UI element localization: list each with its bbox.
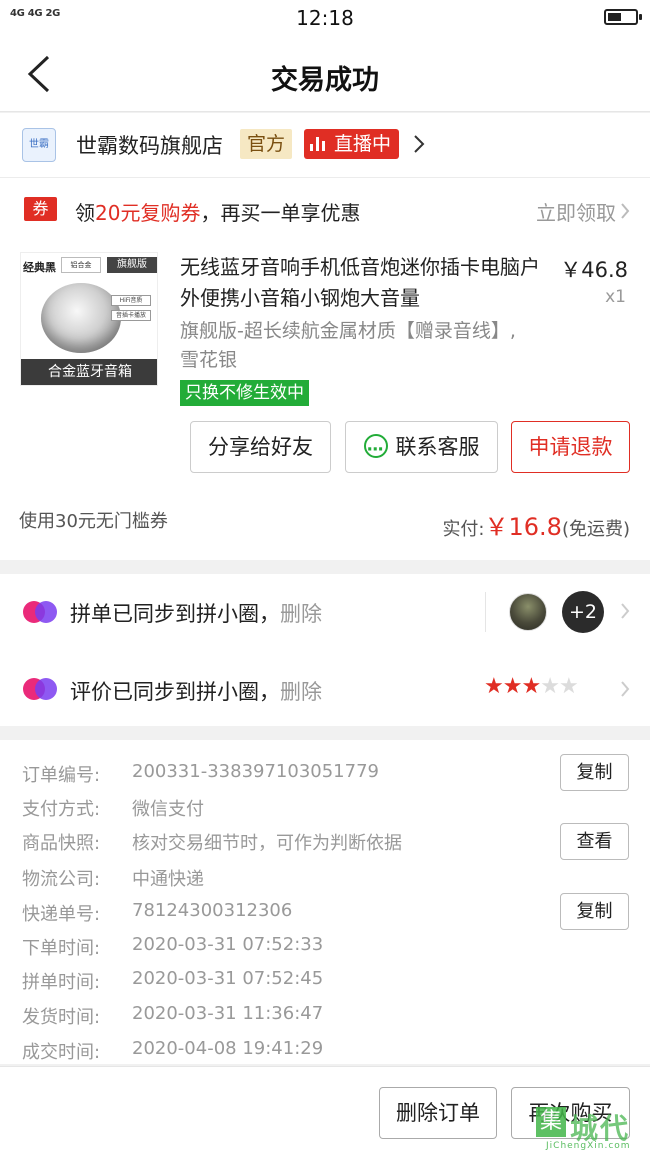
circle-sync-card: 拼单已同步到拼小圈，删除 +2 评价已同步到拼小圈，删除 ★★★★★ — [0, 574, 650, 726]
divider — [485, 592, 486, 632]
delete-link[interactable]: 删除 — [280, 602, 322, 626]
sync-row-review[interactable]: 评价已同步到拼小圈，删除 — [70, 676, 322, 706]
star-filled-icon: ★ — [521, 674, 541, 699]
battery-icon — [604, 9, 642, 25]
avatar[interactable] — [509, 593, 547, 631]
paid-amount: 实付:￥16.8(免运费) — [442, 507, 630, 542]
divider — [0, 177, 650, 178]
sync-review-text: 评价已同步到拼小圈， — [70, 680, 280, 704]
delete-order-button[interactable]: 删除订单 — [379, 1087, 497, 1139]
product-quantity: x1 — [605, 287, 626, 307]
order-details: 订单编号: 200331-338397103051779 复制 支付方式: 微信支付… — [0, 740, 650, 1064]
refund-button[interactable]: 申请退款 — [511, 421, 630, 473]
detail-ship-time: 发货时间: 2020-03-31 11:36:47 — [22, 1003, 323, 1029]
watermark-logo: 集 城代码 JiChengXin.com — [536, 1107, 646, 1155]
official-badge: 官方 — [240, 129, 293, 159]
order-card: 世霸 世霸数码旗舰店 官方 直播中 券 领20元复购券，再买一单享优惠 立即领取… — [0, 113, 650, 560]
view-snapshot-button[interactable]: 查看 — [560, 823, 629, 860]
paid-value: ￥16.8 — [484, 513, 562, 541]
page-title: 交易成功 — [271, 65, 379, 96]
chevron-right-icon[interactable] — [620, 680, 630, 698]
product-image[interactable]: 经典黑 铝合金 旗舰版 HiFi音质 音插卡播放 合金蓝牙音箱 — [20, 252, 158, 386]
detail-value: 微信支付 — [132, 799, 204, 820]
chevron-right-icon[interactable] — [413, 134, 425, 154]
product-image-footer: 合金蓝牙音箱 — [21, 359, 157, 385]
detail-value: 中通快递 — [132, 869, 204, 890]
guarantee-badge: 只换不修生效中 — [180, 380, 309, 406]
sync-row-group[interactable]: 拼单已同步到拼小圈，删除 — [70, 598, 322, 628]
product-image-feature: 音插卡播放 — [111, 310, 151, 321]
detail-payment-method: 支付方式: 微信支付 — [22, 795, 204, 821]
delete-link[interactable]: 删除 — [280, 680, 322, 704]
contact-service-label: 联系客服 — [395, 435, 480, 459]
product-image-edition: 旗舰版 — [107, 257, 157, 273]
status-time: 12:18 — [296, 6, 354, 30]
detail-label: 成交时间: — [22, 1042, 101, 1063]
detail-label: 支付方式: — [22, 799, 101, 820]
detail-value: 78124300312306 — [132, 900, 293, 921]
copy-order-number-button[interactable]: 复制 — [560, 754, 629, 791]
detail-group-time: 拼单时间: 2020-03-31 07:52:45 — [22, 968, 323, 994]
copy-tracking-number-button[interactable]: 复制 — [560, 893, 629, 930]
star-filled-icon: ★ — [484, 674, 504, 699]
product-image-feature: HiFi音质 — [111, 295, 151, 306]
detail-snapshot: 商品快照: 核对交易细节时，可作为判断依据 — [22, 829, 402, 855]
shipping-note: (免运费) — [561, 519, 630, 540]
sync-group-text: 拼单已同步到拼小圈， — [70, 602, 280, 626]
detail-label: 订单编号: — [22, 765, 101, 786]
chevron-right-icon[interactable] — [620, 602, 630, 620]
detail-logistics-company: 物流公司: 中通快递 — [22, 865, 204, 891]
avatar-more-count[interactable]: +2 — [562, 591, 604, 633]
live-badge-label: 直播中 — [334, 133, 392, 155]
watermark-url: JiChengXin.com — [546, 1141, 631, 1151]
coupon-used-text: 使用30元无门槛券 — [19, 511, 168, 532]
coupon-prefix: 领 — [75, 201, 95, 225]
chat-icon — [363, 425, 388, 475]
detail-value: 2020-03-31 07:52:33 — [132, 934, 324, 955]
star-rating: ★★★★★ — [484, 674, 579, 699]
pin-circle-icon — [23, 601, 57, 623]
detail-order-time: 下单时间: 2020-03-31 07:52:33 — [22, 934, 323, 960]
detail-deal-time: 成交时间: 2020-04-08 19:41:29 — [22, 1038, 323, 1064]
nav-bar: 交易成功 — [0, 36, 650, 112]
product-image-badge: 铝合金 — [61, 257, 101, 273]
star-filled-icon: ★ — [502, 674, 523, 699]
star-empty-icon: ★ — [540, 674, 560, 699]
detail-label: 发货时间: — [22, 1007, 101, 1028]
detail-label: 商品快照: — [22, 833, 101, 854]
star-empty-icon: ★ — [558, 674, 579, 699]
coupon-suffix: ，再买一单享优惠 — [200, 201, 361, 225]
pin-circle-icon — [23, 678, 57, 700]
claim-coupon-link[interactable]: 立即领取 — [536, 197, 616, 226]
detail-value: 200331-338397103051779 — [132, 761, 379, 782]
detail-value: 2020-03-31 07:52:45 — [132, 968, 324, 989]
product-price: ￥46.8 — [560, 258, 628, 282]
coupon-amount: 20元复购券 — [95, 201, 201, 225]
shop-name[interactable]: 世霸数码旗舰店 — [76, 130, 223, 160]
watermark-box: 集 — [536, 1107, 566, 1137]
detail-order-number: 订单编号: 200331-338397103051779 — [22, 761, 379, 787]
share-button[interactable]: 分享给好友 — [190, 421, 331, 473]
coupon-promo: 领20元复购券，再买一单享优惠 — [75, 197, 360, 226]
product-spec: 旗舰版-超长续航金属材质【赠录音线】,雪花银 — [180, 320, 516, 371]
live-badge[interactable]: 直播中 — [304, 129, 400, 159]
speaker-graphic — [41, 283, 121, 353]
contact-service-button[interactable]: 联系客服 — [345, 421, 498, 475]
detail-label: 物流公司: — [22, 869, 101, 890]
status-bar: 4G 4G 2G 12:18 — [0, 0, 650, 36]
detail-tracking-number: 快递单号: 78124300312306 — [22, 900, 292, 926]
product-title[interactable]: 无线蓝牙音响手机低音炮迷你插卡电脑户外便携小音箱小钢炮大音量 — [180, 252, 550, 314]
shop-logo[interactable]: 世霸 — [22, 128, 56, 162]
detail-value: 核对交易细节时，可作为判断依据 — [132, 833, 402, 854]
detail-value: 2020-03-31 11:36:47 — [132, 1003, 324, 1024]
live-icon — [310, 137, 326, 151]
detail-value: 2020-04-08 19:41:29 — [132, 1038, 324, 1059]
detail-label: 拼单时间: — [22, 972, 101, 993]
detail-label: 快递单号: — [22, 904, 101, 925]
product-image-brand: 经典黑 — [23, 261, 56, 274]
chevron-right-icon[interactable] — [620, 202, 630, 220]
paid-label: 实付: — [442, 519, 485, 540]
detail-label: 下单时间: — [22, 938, 101, 959]
coupon-icon: 券 — [24, 197, 57, 221]
